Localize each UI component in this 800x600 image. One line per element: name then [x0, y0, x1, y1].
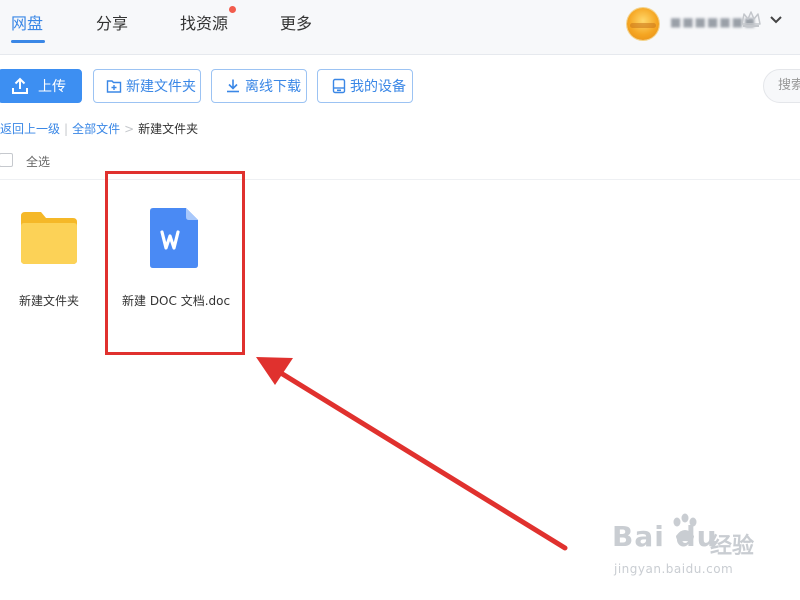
- select-all-checkbox[interactable]: [0, 153, 13, 167]
- active-tab-indicator: [11, 40, 45, 43]
- tab-netdisk[interactable]: 网盘: [11, 10, 43, 34]
- avatar[interactable]: [627, 8, 659, 40]
- tab-more[interactable]: 更多: [280, 10, 312, 34]
- file-name: 新建文件夹: [19, 294, 80, 308]
- watermark-logo: Bai du: [612, 520, 718, 553]
- baidu-jingyan-watermark: Bai du 经验 jingyan.baidu.com: [612, 513, 792, 590]
- new-folder-button[interactable]: 新建文件夹: [93, 69, 201, 103]
- current-folder-crumb: 新建文件夹: [138, 122, 199, 136]
- watermark-url: jingyan.baidu.com: [614, 562, 734, 576]
- my-devices-label: 我的设备: [350, 79, 406, 95]
- new-folder-icon: [106, 78, 122, 94]
- offline-download-label: 离线下载: [245, 79, 301, 95]
- my-devices-button[interactable]: 我的设备: [317, 69, 413, 103]
- file-name: 新建 DOC 文档.doc: [122, 294, 231, 308]
- breadcrumb-arrow: >: [124, 122, 135, 136]
- watermark-text: 经验: [710, 534, 755, 559]
- all-files-link[interactable]: 全部文件: [72, 122, 120, 136]
- search-input[interactable]: 搜索: [763, 69, 800, 103]
- notification-dot: [229, 6, 236, 13]
- paw-icon: [673, 513, 697, 542]
- top-nav-bar: 网盘 分享 找资源 更多 ■■■■■■■: [0, 0, 800, 55]
- upload-button[interactable]: 上传: [0, 69, 82, 103]
- upload-label: 上传: [38, 79, 66, 95]
- back-link[interactable]: 返回上一级: [0, 122, 60, 136]
- download-icon: [225, 78, 241, 94]
- device-icon: [332, 78, 346, 94]
- offline-download-button[interactable]: 离线下载: [211, 69, 307, 103]
- breadcrumb: 返回上一级 | 全部文件 > 新建文件夹: [0, 120, 198, 137]
- word-doc-icon: [150, 208, 198, 268]
- tab-find-resources[interactable]: 找资源: [180, 10, 228, 34]
- folder-icon: [21, 212, 77, 264]
- chevron-down-icon[interactable]: [768, 12, 784, 28]
- list-divider: [0, 179, 800, 180]
- new-folder-label: 新建文件夹: [126, 79, 196, 95]
- breadcrumb-separator: |: [64, 122, 69, 136]
- tab-share[interactable]: 分享: [96, 10, 128, 34]
- select-all-label[interactable]: 全选: [26, 153, 50, 170]
- upload-icon: [11, 77, 29, 95]
- crown-icon[interactable]: [740, 9, 764, 31]
